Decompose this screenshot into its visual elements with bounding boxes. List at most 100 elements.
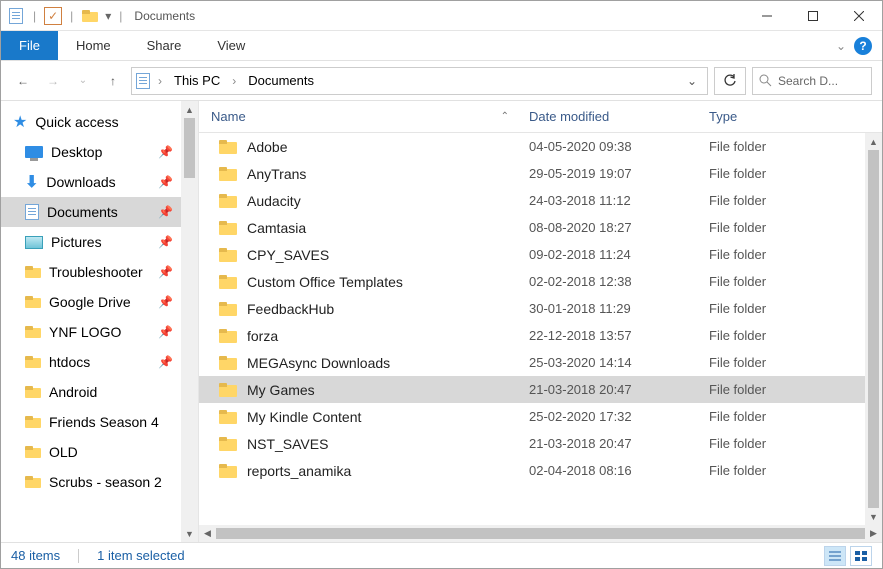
file-row[interactable]: My Games21-03-2018 20:47File folder (199, 376, 865, 403)
file-name: FeedbackHub (247, 301, 334, 317)
sidebar-item-label: Pictures (51, 234, 102, 250)
column-name[interactable]: Name⌃ (199, 109, 529, 124)
sidebar-item-label: Troubleshooter (49, 264, 143, 280)
file-row[interactable]: Custom Office Templates02-02-2018 12:38F… (199, 268, 865, 295)
ribbon: File Home Share View ⌄ ? (1, 31, 882, 61)
refresh-button[interactable] (714, 67, 746, 95)
file-row[interactable]: NST_SAVES21-03-2018 20:47File folder (199, 430, 865, 457)
scroll-up-icon[interactable]: ▲ (181, 101, 198, 118)
scroll-down-icon[interactable]: ▼ (181, 525, 198, 542)
folder-icon (25, 326, 41, 338)
sidebar-quick-access[interactable]: ★ Quick access (1, 107, 181, 137)
file-row[interactable]: My Kindle Content25-02-2020 17:32File fo… (199, 403, 865, 430)
view-thumbnails-button[interactable] (850, 546, 872, 566)
ribbon-expand-icon[interactable]: ⌄ (836, 39, 846, 53)
vertical-scrollbar[interactable]: ▲ ▼ (865, 133, 882, 525)
search-box[interactable]: Search D... (752, 67, 872, 95)
minimize-button[interactable] (744, 1, 790, 31)
view-details-button[interactable] (824, 546, 846, 566)
file-name: AnyTrans (247, 166, 306, 182)
file-name: My Games (247, 382, 315, 398)
address-dropdown-icon[interactable]: ⌄ (681, 74, 703, 88)
file-row[interactable]: Camtasia08-08-2020 18:27File folder (199, 214, 865, 241)
file-row[interactable]: FeedbackHub30-01-2018 11:29File folder (199, 295, 865, 322)
tab-view[interactable]: View (199, 31, 263, 60)
file-row[interactable]: CPY_SAVES09-02-2018 11:24File folder (199, 241, 865, 268)
star-icon: ★ (13, 112, 27, 132)
sidebar-item-old[interactable]: OLD (1, 437, 181, 467)
scroll-thumb[interactable] (184, 118, 195, 178)
nav-up-button[interactable]: ↑ (101, 69, 125, 93)
folder-icon (219, 329, 237, 343)
address-icon (136, 73, 150, 89)
breadcrumb-documents[interactable]: Documents (244, 71, 318, 90)
address-bar[interactable]: › This PC › Documents ⌄ (131, 67, 708, 95)
file-row[interactable]: reports_anamika02-04-2018 08:16File fold… (199, 457, 865, 484)
close-button[interactable] (836, 1, 882, 31)
column-type[interactable]: Type (709, 109, 882, 124)
file-name: reports_anamika (247, 463, 351, 479)
file-tab[interactable]: File (1, 31, 58, 60)
sidebar-item-google-drive[interactable]: Google Drive📌 (1, 287, 181, 317)
document-icon (25, 204, 39, 220)
folder-icon (219, 248, 237, 262)
nav-forward-button[interactable]: → (41, 69, 65, 93)
file-type: File folder (709, 139, 865, 154)
sidebar-item-documents[interactable]: Documents📌 (1, 197, 181, 227)
sidebar-item-label: Downloads (46, 174, 115, 190)
maximize-button[interactable] (790, 1, 836, 31)
file-date: 22-12-2018 13:57 (529, 328, 709, 343)
tab-share[interactable]: Share (129, 31, 200, 60)
column-date[interactable]: Date modified (529, 109, 709, 124)
breadcrumb-this-pc[interactable]: This PC (170, 71, 224, 90)
file-date: 21-03-2018 20:47 (529, 382, 709, 397)
qat-dropdown-icon[interactable]: ▾ (105, 9, 111, 23)
file-type: File folder (709, 220, 865, 235)
pin-icon: 📌 (158, 205, 173, 219)
scroll-up-icon[interactable]: ▲ (865, 133, 882, 150)
sidebar-item-htdocs[interactable]: htdocs📌 (1, 347, 181, 377)
horizontal-scrollbar[interactable]: ◀ ▶ (199, 525, 882, 542)
download-icon: ⬇ (25, 172, 38, 192)
file-name: Camtasia (247, 220, 306, 236)
sidebar-scrollbar[interactable]: ▲ ▼ (181, 101, 198, 542)
nav-back-button[interactable]: ← (11, 69, 35, 93)
help-button[interactable]: ? (854, 37, 872, 55)
sidebar: ★ Quick access Desktop📌⬇Downloads📌Docume… (1, 101, 199, 542)
sidebar-item-ynf-logo[interactable]: YNF LOGO📌 (1, 317, 181, 347)
sidebar-item-scrubs---season-2[interactable]: Scrubs - season 2 (1, 467, 181, 497)
scroll-thumb[interactable] (216, 528, 865, 539)
folder-icon (219, 140, 237, 154)
tab-home[interactable]: Home (58, 31, 129, 60)
folder-icon (219, 194, 237, 208)
file-row[interactable]: MEGAsync Downloads25-03-2020 14:14File f… (199, 349, 865, 376)
status-item-count: 48 items (11, 548, 60, 563)
file-name: forza (247, 328, 278, 344)
folder-icon (25, 476, 41, 488)
file-type: File folder (709, 409, 865, 424)
chevron-right-icon[interactable]: › (154, 74, 166, 88)
scroll-right-icon[interactable]: ▶ (865, 528, 882, 539)
sidebar-item-desktop[interactable]: Desktop📌 (1, 137, 181, 167)
sidebar-item-friends-season-4[interactable]: Friends Season 4 (1, 407, 181, 437)
scroll-left-icon[interactable]: ◀ (199, 528, 216, 539)
file-type: File folder (709, 193, 865, 208)
file-row[interactable]: AnyTrans29-05-2019 19:07File folder (199, 160, 865, 187)
chevron-right-icon[interactable]: › (228, 74, 240, 88)
sidebar-item-label: YNF LOGO (49, 324, 121, 340)
scroll-down-icon[interactable]: ▼ (865, 508, 882, 525)
sidebar-item-label: Scrubs - season 2 (49, 474, 162, 490)
file-row[interactable]: forza22-12-2018 13:57File folder (199, 322, 865, 349)
qat-properties-icon[interactable]: ✓ (44, 7, 62, 25)
sidebar-item-android[interactable]: Android (1, 377, 181, 407)
sidebar-item-downloads[interactable]: ⬇Downloads📌 (1, 167, 181, 197)
file-row[interactable]: Adobe04-05-2020 09:38File folder (199, 133, 865, 160)
scroll-thumb[interactable] (868, 150, 879, 508)
sidebar-item-pictures[interactable]: Pictures📌 (1, 227, 181, 257)
search-icon (759, 74, 772, 87)
file-row[interactable]: Audacity24-03-2018 11:12File folder (199, 187, 865, 214)
nav-history-dropdown[interactable]: ⌄ (71, 69, 95, 93)
sidebar-item-troubleshooter[interactable]: Troubleshooter📌 (1, 257, 181, 287)
pin-icon: 📌 (158, 145, 173, 159)
sidebar-item-label: Google Drive (49, 294, 131, 310)
